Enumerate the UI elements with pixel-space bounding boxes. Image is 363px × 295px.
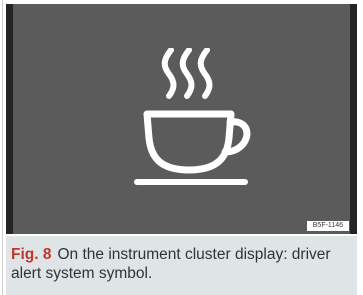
caption-text: On the instrument cluster display: drive… [11,246,331,282]
instrument-display-panel: B5F-1146 [6,4,357,234]
panel-border-left [6,4,13,234]
figure-number-label: Fig. 8 [11,246,52,263]
figure: B5F-1146 Fig. 8 On the instrument cluster… [0,0,363,295]
panel-border-right [350,4,357,234]
figure-code-label: B5F-1146 [306,221,349,231]
figure-frame-line [2,0,3,295]
caption-paragraph: Fig. 8 On the instrument cluster display:… [6,236,357,283]
coffee-cup-icon [134,48,251,185]
figure-caption: Fig. 8 On the instrument cluster display:… [6,236,357,295]
